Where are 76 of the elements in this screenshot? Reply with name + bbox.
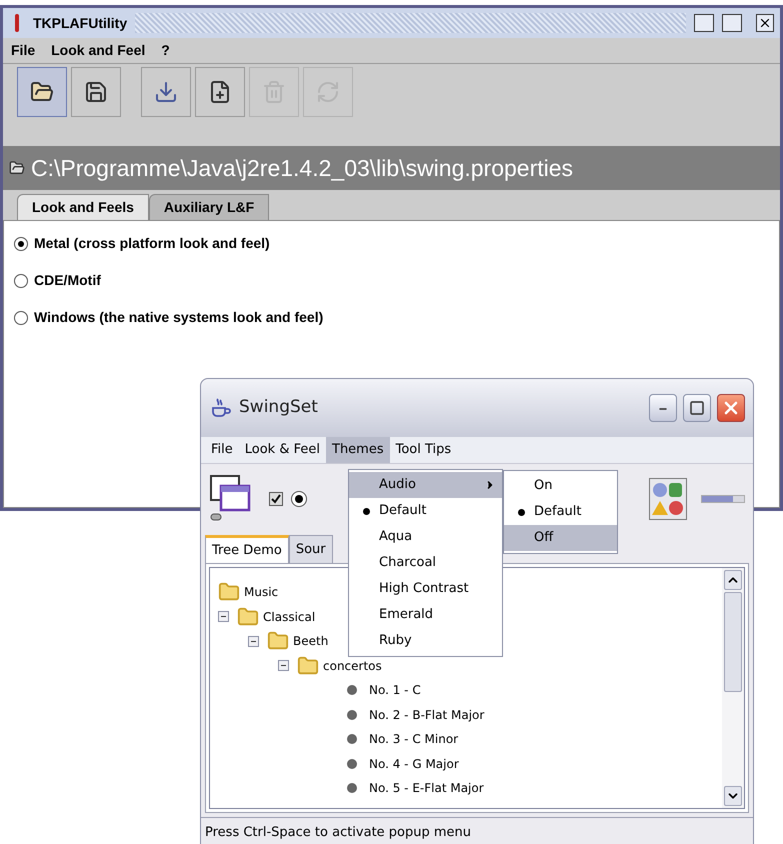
folder-icon xyxy=(30,80,54,104)
radio-button[interactable] xyxy=(291,490,307,506)
windows-icon xyxy=(209,474,253,524)
tree-node-label[interactable]: Beeth xyxy=(293,632,328,650)
tree-node-label[interactable]: No. 4 - G Major xyxy=(369,754,459,773)
menu-option[interactable]: Default xyxy=(349,498,502,524)
new-file-icon xyxy=(208,80,232,104)
window-title: TKPLAFUtility xyxy=(33,14,128,33)
file-path: C:\Programme\Java\j2re1.4.2_03\lib\swing.properties xyxy=(31,154,574,183)
folder-icon xyxy=(218,581,240,604)
window-title: SwingSet xyxy=(239,396,319,420)
menu-item[interactable]: File xyxy=(11,40,36,61)
collapse-icon[interactable] xyxy=(278,660,289,672)
coffee-cup-icon xyxy=(209,396,233,420)
radio-label: Metal (cross platform look and feel) xyxy=(34,234,270,253)
tab[interactable]: Sour xyxy=(288,535,333,563)
menu-option[interactable]: Off xyxy=(504,525,617,551)
leaf-icon xyxy=(347,710,357,720)
leaf-icon xyxy=(347,734,357,744)
scroll-down-button[interactable] xyxy=(724,786,742,806)
leaf-icon xyxy=(347,758,357,769)
radio-button[interactable] xyxy=(14,274,28,288)
toolbar-button[interactable] xyxy=(71,67,121,117)
tree-node-label[interactable]: No. 2 - B-Flat Major xyxy=(369,706,484,724)
status-text: Press Ctrl-Space to activate popup menu xyxy=(205,824,472,842)
radio-label: CDE/Motif xyxy=(34,271,101,290)
menu-item[interactable]: Tool Tips xyxy=(390,437,458,463)
toolbar-button[interactable] xyxy=(141,67,191,117)
menu-option[interactable]: Emerald xyxy=(349,602,502,628)
close-icon xyxy=(758,16,772,30)
download-icon xyxy=(154,80,178,104)
maximize-icon xyxy=(689,400,705,416)
scrollbar[interactable] xyxy=(722,568,744,808)
menu-option[interactable]: Charcoal xyxy=(349,550,502,576)
folder-icon xyxy=(297,654,319,677)
tab[interactable]: Tree Demo xyxy=(205,535,289,563)
tree-node-label[interactable]: Classical xyxy=(263,608,316,626)
tree-node-label[interactable]: concertos xyxy=(323,656,382,675)
toolbar-button[interactable] xyxy=(17,67,67,117)
menu-option[interactable]: On xyxy=(504,473,617,499)
toolbar-button[interactable] xyxy=(195,67,245,117)
maximize-button[interactable] xyxy=(683,394,711,422)
collapse-icon[interactable] xyxy=(248,636,259,647)
maximize-button[interactable] xyxy=(722,14,742,32)
checkbox[interactable] xyxy=(269,492,283,506)
folder-icon xyxy=(237,606,259,628)
close-button[interactable] xyxy=(756,14,774,32)
menu-option[interactable]: Audio xyxy=(349,472,502,498)
tab[interactable]: Auxiliary L&F xyxy=(148,194,270,220)
tree-node-label[interactable]: Music xyxy=(244,583,278,602)
folder-icon xyxy=(267,630,289,652)
leaf-icon xyxy=(347,783,357,794)
menu-item[interactable]: File xyxy=(205,437,239,463)
close-button[interactable] xyxy=(717,394,745,422)
radio-label: Windows (the native systems look and feel) xyxy=(34,308,324,327)
tree-node-label[interactable]: No. 5 - E-Flat Major xyxy=(369,779,484,798)
alert-icons-drawing xyxy=(649,478,687,520)
menu-option[interactable]: High Contrast xyxy=(349,576,502,602)
menu-option[interactable]: Default xyxy=(504,499,617,525)
menu-item[interactable]: Look and Feel xyxy=(51,40,146,61)
menu-item[interactable]: ? xyxy=(161,40,170,61)
folder-icon xyxy=(9,160,25,176)
minimize-button[interactable] xyxy=(694,14,714,32)
radio-button[interactable] xyxy=(14,310,28,324)
tab[interactable]: Look and Feels xyxy=(17,194,149,220)
scroll-up-button[interactable] xyxy=(724,570,742,590)
menu-item[interactable]: Look & Feel xyxy=(238,437,326,463)
menu-option[interactable]: Ruby xyxy=(349,628,502,654)
scroll-thumb[interactable] xyxy=(724,592,742,692)
leaf-icon xyxy=(347,685,357,696)
tree-node-label[interactable]: No. 1 - C xyxy=(369,681,421,700)
tree-node-label[interactable]: No. 3 - C Minor xyxy=(369,730,458,748)
menu-option[interactable]: Aqua xyxy=(349,524,502,550)
collapse-icon[interactable] xyxy=(218,611,229,622)
radio-button[interactable] xyxy=(14,236,28,250)
menu-item[interactable]: Themes xyxy=(326,437,390,463)
